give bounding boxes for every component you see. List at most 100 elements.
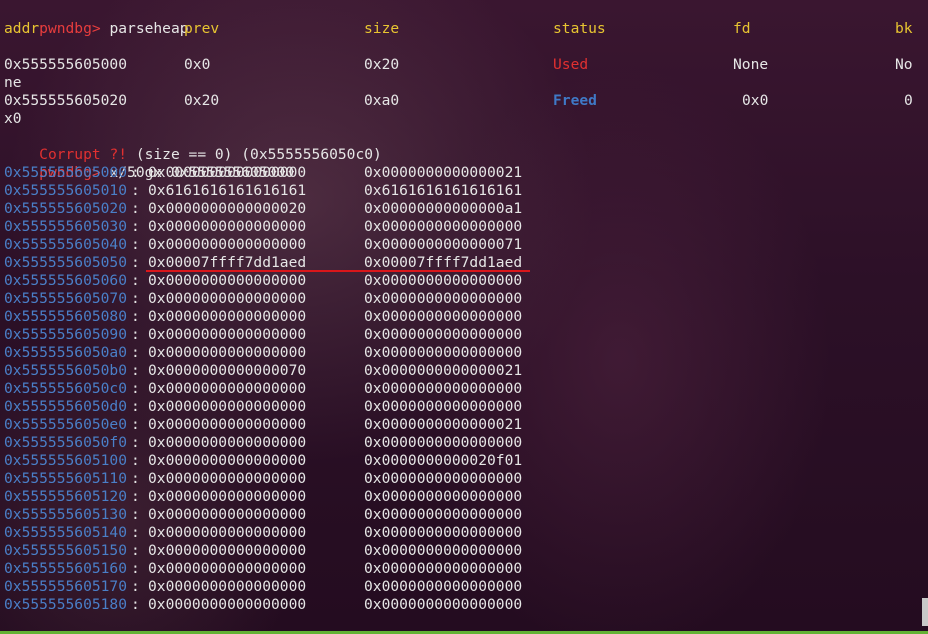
chunk-prev: 0x20 bbox=[184, 92, 220, 109]
memory-value-2: 0x0000000000000000 bbox=[364, 542, 523, 559]
memory-value-1: 0x0000000000000000 bbox=[148, 326, 307, 343]
memory-value-2: 0x0000000000000000 bbox=[364, 344, 523, 361]
memory-address: 0x5555556050b0 bbox=[4, 362, 128, 379]
command-line-empty[interactable]: pwndbg> bbox=[4, 614, 101, 634]
address-separator: : bbox=[131, 416, 140, 433]
memory-value-1: 0x0000000000000000 bbox=[148, 272, 307, 289]
memory-value-2: 0x0000000000000000 bbox=[364, 326, 523, 343]
memory-value-2: 0x6161616161616161 bbox=[364, 182, 523, 199]
address-separator: : bbox=[131, 218, 140, 235]
memory-value-1: 0x0000000000000000 bbox=[148, 578, 307, 595]
memory-address: 0x555555605010 bbox=[4, 182, 128, 199]
memory-address: 0x555555605000 bbox=[4, 164, 128, 181]
memory-value-2: 0x0000000000000000 bbox=[364, 578, 523, 595]
command-text: parseheap bbox=[109, 20, 189, 37]
address-separator: : bbox=[131, 524, 140, 541]
header-prev: prev bbox=[184, 20, 220, 37]
memory-address: 0x555555605180 bbox=[4, 596, 128, 613]
memory-address: 0x555555605040 bbox=[4, 236, 128, 253]
memory-value-2: 0x0000000000000000 bbox=[364, 218, 523, 235]
memory-value-1: 0x0000000000000000 bbox=[148, 470, 307, 487]
memory-value-1: 0x0000000000000000 bbox=[148, 380, 307, 397]
address-separator: : bbox=[131, 560, 140, 577]
scrollbar[interactable] bbox=[922, 598, 928, 626]
chunk-size: 0x20 bbox=[364, 56, 400, 73]
terminal-window[interactable]: pwndbg> parseheap addr prev size status … bbox=[0, 0, 928, 634]
address-separator: : bbox=[131, 452, 140, 469]
address-separator: : bbox=[131, 200, 140, 217]
chunk-bk-wrap: ne bbox=[4, 74, 22, 91]
address-separator: : bbox=[131, 380, 140, 397]
memory-address: 0x555555605160 bbox=[4, 560, 128, 577]
address-separator: : bbox=[131, 542, 140, 559]
chunk-bk-wrap: x0 bbox=[4, 110, 22, 127]
address-separator: : bbox=[131, 596, 140, 613]
memory-value-2: 0x0000000000000021 bbox=[364, 164, 523, 181]
corrupt-warning: Corrupt ?! (size == 0) (0x5555556050c0) bbox=[4, 128, 382, 163]
memory-address: 0x5555556050f0 bbox=[4, 434, 128, 451]
memory-value-1: 0x0000000000000000 bbox=[148, 398, 307, 415]
header-fd: fd bbox=[733, 20, 751, 37]
address-separator: : bbox=[131, 434, 140, 451]
address-separator: : bbox=[131, 164, 140, 181]
memory-value-2: 0x0000000000000071 bbox=[364, 236, 523, 253]
memory-address: 0x555555605170 bbox=[4, 578, 128, 595]
chunk-addr: 0x555555605020 bbox=[4, 92, 128, 109]
memory-address: 0x555555605030 bbox=[4, 218, 128, 235]
memory-value-2: 0x0000000000000021 bbox=[364, 362, 523, 379]
memory-address: 0x555555605060 bbox=[4, 272, 128, 289]
memory-value-1: 0x0000000000000000 bbox=[148, 344, 307, 361]
address-separator: : bbox=[131, 578, 140, 595]
memory-value-2: 0x0000000000020f01 bbox=[364, 452, 523, 469]
header-addr: addr bbox=[4, 20, 40, 37]
address-separator: : bbox=[131, 326, 140, 343]
chunk-addr: 0x555555605000 bbox=[4, 56, 128, 73]
memory-value-1: 0x0000000000000000 bbox=[148, 560, 307, 577]
address-separator: : bbox=[131, 236, 140, 253]
memory-value-2: 0x0000000000000000 bbox=[364, 398, 523, 415]
memory-value-1: 0x0000000000000000 bbox=[148, 542, 307, 559]
memory-address: 0x555555605050 bbox=[4, 254, 128, 271]
memory-value-1: 0x0000000000000000 bbox=[148, 506, 307, 523]
header-status: status bbox=[553, 20, 606, 37]
memory-address: 0x5555556050e0 bbox=[4, 416, 128, 433]
memory-value-2: 0x0000000000000021 bbox=[364, 416, 523, 433]
memory-value-2: 0x0000000000000000 bbox=[364, 506, 523, 523]
memory-address: 0x555555605100 bbox=[4, 452, 128, 469]
address-separator: : bbox=[131, 398, 140, 415]
memory-value-2: 0x0000000000000000 bbox=[364, 290, 523, 307]
memory-value-2: 0x00000000000000a1 bbox=[364, 200, 523, 217]
memory-value-2: 0x0000000000000000 bbox=[364, 470, 523, 487]
memory-address: 0x5555556050a0 bbox=[4, 344, 128, 361]
memory-address: 0x555555605130 bbox=[4, 506, 128, 523]
chunk-fd: None bbox=[733, 56, 769, 73]
memory-value-1: 0x0000000000000070 bbox=[148, 362, 307, 379]
address-separator: : bbox=[131, 290, 140, 307]
memory-address: 0x555555605080 bbox=[4, 308, 128, 325]
chunk-bk: No bbox=[895, 56, 913, 73]
address-separator: : bbox=[131, 182, 140, 199]
memory-value-1: 0x0000000000000000 bbox=[148, 434, 307, 451]
command-line-examine: pwndbg> x/50gx 0x555555605000 bbox=[4, 146, 294, 181]
address-separator: : bbox=[131, 470, 140, 487]
chunk-fd: 0x0 bbox=[742, 92, 769, 109]
memory-value-2: 0x0000000000000000 bbox=[364, 524, 523, 541]
memory-value-1: 0x0000000000000000 bbox=[148, 236, 307, 253]
memory-value-1: 0x0000000000000000 bbox=[148, 488, 307, 505]
memory-value-1: 0x0000000000000000 bbox=[148, 452, 307, 469]
memory-address: 0x555555605020 bbox=[4, 200, 128, 217]
memory-value-2: 0x00007ffff7dd1aed bbox=[364, 254, 523, 271]
memory-value-1: 0x0000000000000000 bbox=[148, 308, 307, 325]
memory-address: 0x555555605150 bbox=[4, 542, 128, 559]
memory-value-2: 0x0000000000000000 bbox=[364, 596, 523, 613]
address-separator: : bbox=[131, 344, 140, 361]
memory-value-1: 0x0000000000000000 bbox=[148, 524, 307, 541]
memory-address: 0x555555605140 bbox=[4, 524, 128, 541]
memory-value-1: 0x00007ffff7dd1aed bbox=[148, 254, 307, 271]
memory-address: 0x555555605110 bbox=[4, 470, 128, 487]
address-separator: : bbox=[131, 308, 140, 325]
memory-value-2: 0x0000000000000000 bbox=[364, 434, 523, 451]
chunk-status-freed: Freed bbox=[553, 92, 597, 109]
address-separator: : bbox=[131, 506, 140, 523]
chunk-bk: 0 bbox=[904, 92, 913, 109]
